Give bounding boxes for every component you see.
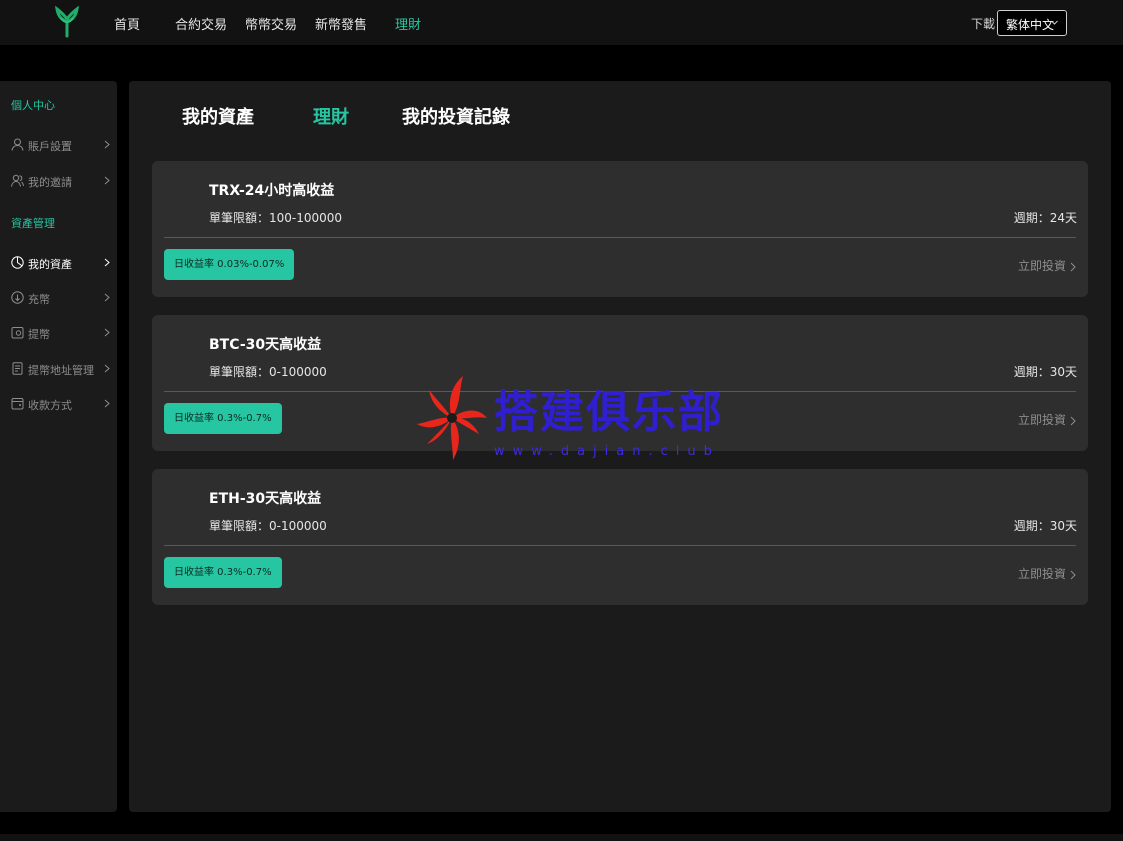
chevron-right-icon	[1070, 416, 1076, 425]
product-card: TRX-24小时高收益 單筆限額：100-100000 週期：24天 日收益率 …	[152, 161, 1088, 297]
card-divider	[164, 237, 1076, 238]
invest-now-label: 立即投資	[1017, 567, 1066, 581]
chevron-right-icon	[104, 258, 110, 267]
users-icon	[11, 174, 24, 187]
tab-my-assets[interactable]: 我的資產	[182, 103, 254, 129]
sidebar-item-label: 收款方式	[28, 399, 72, 412]
pie-chart-icon	[11, 256, 24, 269]
product-period: 週期：30天	[1013, 519, 1077, 533]
sidebar-item-account-settings[interactable]: 賬戶設置	[0, 134, 117, 156]
chevron-right-icon	[1070, 570, 1076, 579]
product-limit: 單筆限額：0-100000	[209, 365, 327, 379]
sidebar-item-label: 提幣	[28, 328, 50, 341]
chevron-right-icon	[1070, 262, 1076, 271]
sidebar-item-label: 充幣	[28, 293, 50, 306]
product-title: ETH-30天高收益	[209, 491, 322, 507]
sidebar-group-assets: 資產管理	[11, 217, 55, 230]
invest-now-button[interactable]: 立即投資	[1018, 565, 1076, 582]
card-divider	[164, 545, 1076, 546]
withdraw-icon	[11, 327, 24, 339]
sidebar: 個人中心 賬戶設置 我的邀請 資產管理 我的資產 充幣 提幣 提幣地址管理 收款…	[0, 81, 117, 812]
product-period: 週期：24天	[1013, 211, 1077, 225]
sidebar-item-invitations[interactable]: 我的邀請	[0, 170, 117, 192]
chevron-right-icon	[104, 176, 110, 185]
chevron-right-icon	[104, 140, 110, 149]
daily-rate-badge: 日收益率 0.3%-0.7%	[164, 557, 282, 588]
invest-now-label: 立即投資	[1017, 259, 1066, 273]
nav-futures[interactable]: 合約交易	[175, 14, 227, 33]
language-value: 繁体中文	[1006, 18, 1055, 32]
nav-finance[interactable]: 理財	[395, 14, 421, 33]
daily-rate-badge: 日收益率 0.03%-0.07%	[164, 249, 295, 280]
invest-now-button[interactable]: 立即投資	[1018, 411, 1076, 428]
sidebar-item-label: 我的資產	[28, 258, 72, 271]
invest-now-button[interactable]: 立即投資	[1018, 257, 1076, 274]
watermark: 搭建俱乐部 www.dajian.club	[417, 372, 722, 468]
sidebar-item-label: 賬戶設置	[28, 140, 72, 153]
invest-now-label: 立即投資	[1017, 413, 1066, 427]
address-icon	[12, 362, 23, 375]
download-link[interactable]: 下載	[971, 15, 995, 32]
sidebar-item-withdraw-address[interactable]: 提幣地址管理	[0, 358, 117, 380]
sidebar-item-label: 提幣地址管理	[28, 364, 94, 377]
chevron-right-icon	[104, 399, 110, 408]
chevron-right-icon	[104, 364, 110, 373]
nav-spot[interactable]: 幣幣交易	[245, 14, 297, 33]
product-limit: 單筆限額：0-100000	[209, 519, 327, 533]
user-icon	[11, 138, 24, 151]
sidebar-item-payment-methods[interactable]: 收款方式	[0, 393, 117, 415]
sidebar-item-label: 我的邀請	[28, 176, 72, 189]
product-title: BTC-30天高收益	[209, 337, 322, 353]
deposit-icon	[11, 291, 24, 304]
top-header: 首頁 合約交易 幣幣交易 新幣發售 理財 下載 繁体中文	[0, 0, 1123, 45]
tab-finance[interactable]: 理財	[313, 103, 349, 129]
product-limit: 單筆限額：100-100000	[209, 211, 343, 225]
language-select[interactable]: 繁体中文	[997, 10, 1067, 36]
sidebar-item-withdraw[interactable]: 提幣	[0, 322, 117, 344]
chevron-right-icon	[104, 328, 110, 337]
chevron-down-icon	[1051, 20, 1058, 25]
chevron-right-icon	[104, 293, 110, 302]
tab-investment-records[interactable]: 我的投資記錄	[402, 103, 510, 129]
daily-rate-badge: 日收益率 0.3%-0.7%	[164, 403, 282, 434]
brand-logo-icon[interactable]	[52, 6, 82, 38]
product-card: ETH-30天高收益 單筆限額：0-100000 週期：30天 日收益率 0.3…	[152, 469, 1088, 605]
sidebar-item-my-assets[interactable]: 我的資產	[0, 252, 117, 274]
sidebar-group-personal: 個人中心	[11, 99, 55, 112]
wallet-icon	[11, 398, 24, 410]
pinwheel-logo-icon	[417, 376, 487, 460]
watermark-url: www.dajian.club	[494, 444, 720, 459]
nav-home[interactable]: 首頁	[114, 14, 140, 33]
sidebar-item-deposit[interactable]: 充幣	[0, 287, 117, 309]
product-period: 週期：30天	[1013, 365, 1077, 379]
nav-new-coin[interactable]: 新幣發售	[315, 14, 367, 33]
product-title: TRX-24小时高收益	[209, 183, 335, 199]
watermark-title: 搭建俱乐部	[494, 387, 724, 438]
bottom-bar	[0, 834, 1123, 841]
